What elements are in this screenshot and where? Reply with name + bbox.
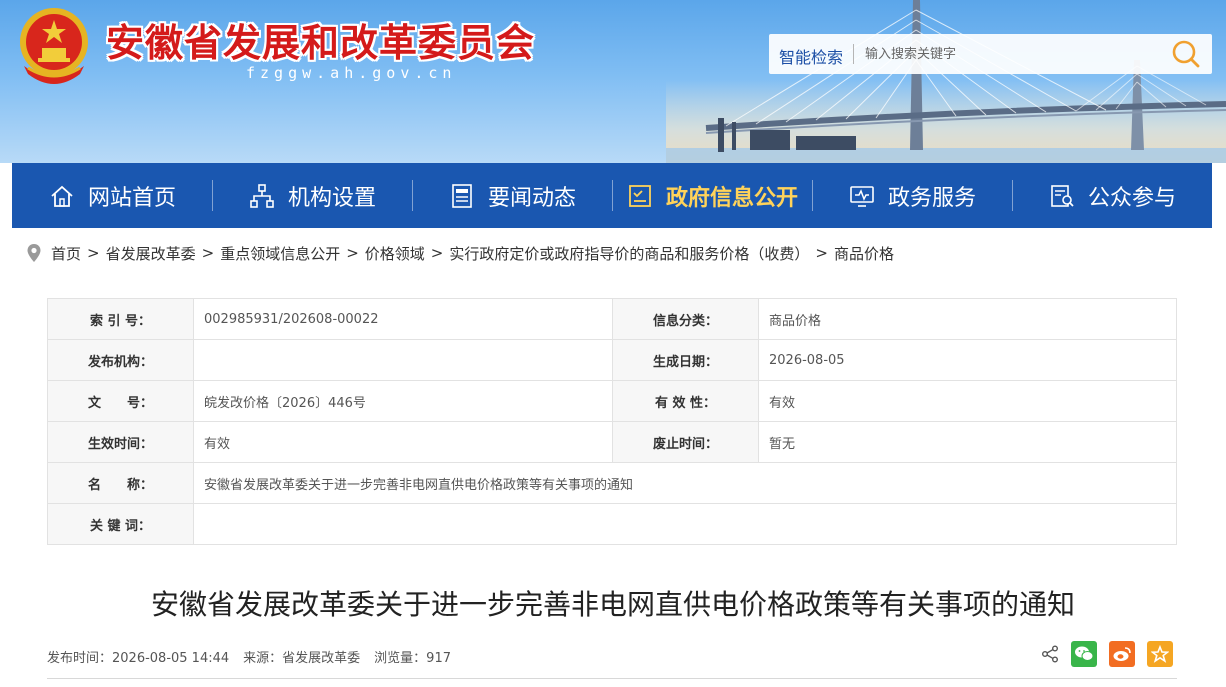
nav-item-participation[interactable]: 公众参与: [1012, 163, 1212, 228]
keywords-label: 关 键 词：: [47, 503, 194, 545]
table-row: 索 引 号： 002985931/202608-00022 信息分类： 商品价格: [47, 298, 1177, 340]
nav-item-organization[interactable]: 机构设置: [212, 163, 412, 228]
publisher-value: [193, 339, 613, 381]
name-label: 名 称：: [47, 462, 194, 504]
meta-divider: [47, 678, 1177, 679]
table-row: 文 号： 皖发改价格〔2026〕446号 有 效 性： 有效: [47, 380, 1177, 422]
index-label: 索 引 号：: [47, 298, 194, 340]
org-chart-icon: [250, 183, 274, 208]
breadcrumb-separator: >: [87, 244, 100, 262]
breadcrumb: 首页 > 省发展改革委 > 重点领域信息公开 > 价格领域 > 实行政府定价或政…: [26, 241, 894, 265]
nav-label: 政府信息公开: [665, 185, 798, 211]
news-icon: [452, 183, 472, 208]
breadcrumb-home[interactable]: 首页: [51, 243, 81, 264]
table-row: 发布机构： 生成日期： 2026-08-05: [47, 339, 1177, 381]
breadcrumb-separator: >: [201, 244, 215, 262]
site-header: 安徽省发展和改革委员会 fzggw.ah.gov.cn 智能检索: [0, 0, 1226, 163]
docno-label: 文 号：: [47, 380, 194, 422]
breadcrumb-government-pricing[interactable]: 实行政府定价或政府指导价的商品和服务价格（收费）: [449, 243, 809, 264]
search-divider: [853, 44, 854, 64]
table-row: 生效时间： 有效 废止时间： 暂无: [47, 421, 1177, 463]
repeal-label: 废止时间：: [612, 421, 759, 463]
breadcrumb-key-areas[interactable]: 重点领域信息公开: [220, 243, 340, 264]
home-icon: [51, 185, 73, 207]
nav-label: 要闻动态: [487, 185, 576, 211]
weibo-icon: [1113, 647, 1131, 661]
publish-time: 发布时间：2026-08-05 14:44: [47, 651, 230, 666]
document-info-table: 索 引 号： 002985931/202608-00022 信息分类： 商品价格…: [47, 298, 1177, 545]
index-value: 002985931/202608-00022: [193, 298, 613, 340]
repeal-value: 暂无: [758, 421, 1177, 463]
smart-search-label[interactable]: 智能检索: [779, 44, 843, 68]
keywords-value: [193, 503, 1177, 545]
breadcrumb-separator: >: [346, 244, 359, 262]
nav-label: 公众参与: [1087, 185, 1176, 211]
category-value: 商品价格: [758, 298, 1177, 340]
name-value: 安徽省发展改革委关于进一步完善非电网直供电价格政策等有关事项的通知: [193, 462, 1177, 504]
site-domain: fzggw.ah.gov.cn: [246, 64, 457, 82]
table-row: 关 键 词：: [47, 503, 1177, 545]
site-title: 安徽省发展和改革委员会: [106, 21, 536, 65]
wechat-icon: [1075, 646, 1094, 661]
nav-item-home[interactable]: 网站首页: [12, 163, 212, 228]
search-input[interactable]: [865, 42, 1155, 66]
breadcrumb-price-field[interactable]: 价格领域: [365, 243, 425, 264]
search-icon: [1172, 40, 1200, 68]
search-button[interactable]: [1169, 38, 1203, 70]
nav-label: 网站首页: [87, 185, 176, 211]
validity-label: 有 效 性：: [612, 380, 759, 422]
docno-value: 皖发改价格〔2026〕446号: [193, 380, 613, 422]
publisher-label: 发布机构：: [47, 339, 194, 381]
breadcrumb-separator: >: [430, 244, 444, 262]
view-count: 浏览量：917: [374, 651, 451, 666]
nav-label: 机构设置: [287, 185, 376, 211]
effective-label: 生效时间：: [47, 421, 194, 463]
favorite-button[interactable]: [1147, 641, 1173, 667]
monitor-icon: [850, 185, 874, 207]
breadcrumb-commission[interactable]: 省发展改革委: [106, 243, 196, 264]
nav-item-news[interactable]: 要闻动态: [412, 163, 612, 228]
national-emblem-icon: [20, 8, 88, 84]
info-disclosure-icon: [629, 184, 651, 207]
participation-icon: [1051, 184, 1074, 207]
nav-item-info-disclosure[interactable]: 政府信息公开: [612, 163, 812, 228]
location-pin-icon: [27, 244, 41, 262]
share-wechat-button[interactable]: [1071, 641, 1097, 667]
date-label: 生成日期：: [612, 339, 759, 381]
table-row: 名 称： 安徽省发展改革委关于进一步完善非电网直供电价格政策等有关事项的通知: [47, 462, 1177, 504]
validity-value: 有效: [758, 380, 1177, 422]
article-meta: 发布时间：2026-08-05 14:44 来源：省发展改革委 浏览量：917: [47, 647, 465, 666]
article-source: 来源：省发展改革委: [243, 651, 361, 666]
share-icon[interactable]: [1041, 645, 1059, 663]
star-icon: [1151, 645, 1169, 663]
breadcrumb-commodity-price[interactable]: 商品价格: [834, 243, 894, 264]
article-title: 安徽省发展改革委关于进一步完善非电网直供电价格政策等有关事项的通知: [150, 588, 1075, 621]
bridge-banner-image: [666, 0, 1226, 163]
effective-value: 有效: [193, 421, 613, 463]
share-bar: [1041, 641, 1173, 667]
nav-item-services[interactable]: 政务服务: [812, 163, 1012, 228]
main-nav: 网站首页 机构设置 要闻动态 政府信息公开 政务服务 公众参与: [12, 163, 1212, 228]
share-weibo-button[interactable]: [1109, 641, 1135, 667]
nav-label: 政务服务: [887, 185, 976, 211]
search-box: 智能检索: [769, 34, 1212, 74]
breadcrumb-separator: >: [815, 244, 828, 262]
category-label: 信息分类：: [612, 298, 759, 340]
date-value: 2026-08-05: [758, 339, 1177, 381]
